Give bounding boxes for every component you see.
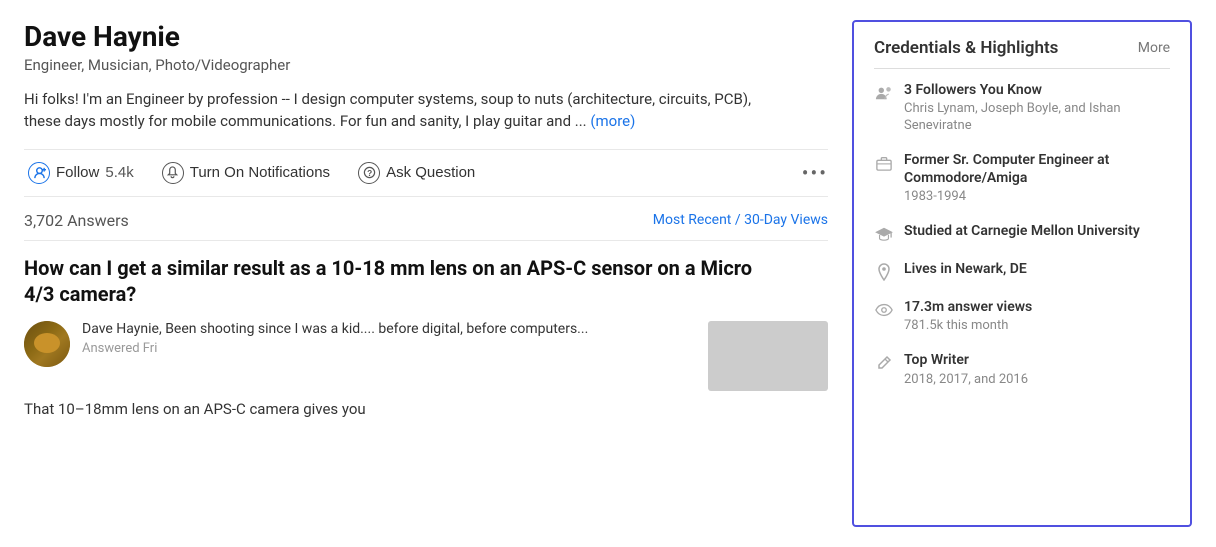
location-icon: [874, 262, 894, 282]
topwriter-title: Top Writer: [904, 351, 1170, 369]
credential-location: Lives in Newark, DE: [874, 260, 1170, 282]
credential-work: Former Sr. Computer Engineer at Commodor…: [874, 151, 1170, 206]
answer-snippet: That 10–18mm lens on an APS-C camera giv…: [24, 399, 828, 420]
sort-label: Most Recent / 30-Day Views: [653, 212, 828, 228]
work-subtitle: 1983-1994: [904, 189, 1170, 206]
answer-text: Dave Haynie, Been shooting since I was a…: [82, 321, 588, 367]
credentials-list: 3 Followers You Know Chris Lynam, Joseph…: [874, 81, 1170, 388]
topwriter-content: Top Writer 2018, 2017, and 2016: [904, 351, 1170, 388]
sidebar-more-button[interactable]: More: [1138, 40, 1170, 56]
profile-tagline: Engineer, Musician, Photo/Videographer: [24, 56, 828, 74]
credential-topwriter: Top Writer 2018, 2017, and 2016: [874, 351, 1170, 388]
credentials-sidebar: Credentials & Highlights More 3 Follower…: [852, 20, 1192, 527]
work-title: Former Sr. Computer Engineer at Commodor…: [904, 151, 1170, 187]
location-content: Lives in Newark, DE: [904, 260, 1170, 278]
answers-count: 3,702 Answers: [24, 211, 129, 230]
education-content: Studied at Carnegie Mellon University: [904, 222, 1170, 240]
eye-icon: [874, 300, 894, 320]
views-title: 17.3m answer views: [904, 298, 1170, 316]
followers-icon: [874, 83, 894, 103]
location-title: Lives in Newark, DE: [904, 260, 1170, 278]
graduation-icon: [874, 224, 894, 244]
sidebar-header: Credentials & Highlights More: [874, 38, 1170, 69]
follow-button[interactable]: Follow 5.4k: [24, 160, 138, 186]
views-subtitle: 781.5k this month: [904, 318, 1170, 335]
avatar: [24, 321, 70, 367]
bio-more-link[interactable]: (more): [590, 112, 635, 130]
notify-button[interactable]: Turn On Notifications: [158, 160, 334, 186]
follow-icon: [28, 162, 50, 184]
briefcase-icon: [874, 153, 894, 173]
question-title[interactable]: How can I get a similar result as a 10-1…: [24, 255, 784, 307]
stats-row: 3,702 Answers Most Recent / 30-Day Views: [24, 211, 828, 241]
work-content: Former Sr. Computer Engineer at Commodor…: [904, 151, 1170, 206]
followers-title: 3 Followers You Know: [904, 81, 1170, 99]
sidebar-title: Credentials & Highlights: [874, 38, 1058, 58]
credential-education: Studied at Carnegie Mellon University: [874, 222, 1170, 244]
action-bar: Follow 5.4k Turn On Notifications ?: [24, 149, 828, 197]
main-content: Dave Haynie Engineer, Musician, Photo/Vi…: [24, 20, 828, 527]
profile-bio: Hi folks! I'm an Engineer by profession …: [24, 88, 784, 133]
notify-label: Turn On Notifications: [190, 164, 330, 181]
ask-label: Ask Question: [386, 164, 475, 181]
views-content: 17.3m answer views 781.5k this month: [904, 298, 1170, 335]
author-line: Dave Haynie, Been shooting since I was a…: [82, 321, 588, 337]
question-icon: ?: [358, 162, 380, 184]
topwriter-subtitle: 2018, 2017, and 2016: [904, 372, 1170, 389]
answered-date: Answered Fri: [82, 341, 588, 356]
bell-icon: [162, 162, 184, 184]
credential-views: 17.3m answer views 781.5k this month: [874, 298, 1170, 335]
answer-item: Dave Haynie, Been shooting since I was a…: [24, 321, 588, 367]
follow-label: Follow: [56, 164, 99, 181]
answer-preview: Dave Haynie, Been shooting since I was a…: [24, 321, 828, 391]
more-options-button[interactable]: •••: [802, 161, 828, 185]
profile-name: Dave Haynie: [24, 20, 828, 54]
svg-text:?: ?: [367, 168, 372, 178]
answer-thumbnail: [708, 321, 828, 391]
credential-followers: 3 Followers You Know Chris Lynam, Joseph…: [874, 81, 1170, 135]
pencil-icon: [874, 353, 894, 373]
education-title: Studied at Carnegie Mellon University: [904, 222, 1170, 240]
follow-count: 5.4k: [105, 164, 133, 181]
ask-question-button[interactable]: ? Ask Question: [354, 160, 479, 186]
followers-content: 3 Followers You Know Chris Lynam, Joseph…: [904, 81, 1170, 135]
followers-subtitle: Chris Lynam, Joseph Boyle, and Ishan Sen…: [904, 101, 1170, 135]
